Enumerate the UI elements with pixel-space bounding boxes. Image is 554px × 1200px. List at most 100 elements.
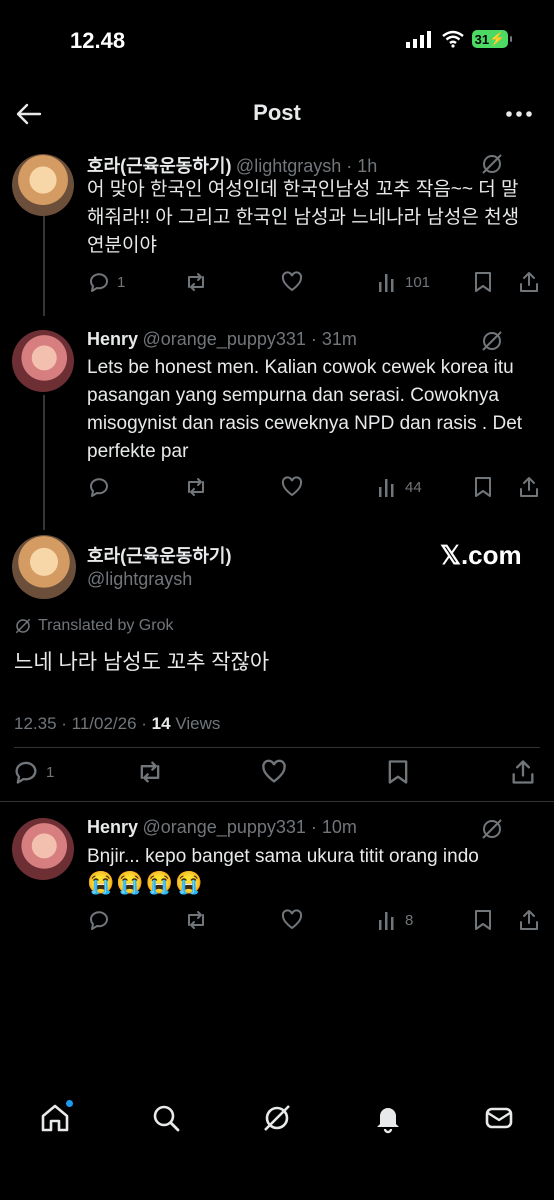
nav-home[interactable] [39,1099,74,1134]
charging-icon: ⚡ [489,31,506,46]
share-button[interactable] [517,908,541,932]
bookmark-icon [475,272,491,292]
nav-notifications[interactable] [372,1102,404,1134]
post-text: Lets be honest men. Kalian cowok cewek k… [87,357,523,462]
post-actions: 44 [87,473,542,503]
reply-count: 1 [46,763,55,781]
repost-button[interactable] [184,475,208,499]
grok-button[interactable] [480,329,504,353]
bookmark-button[interactable] [472,270,494,294]
nav-search[interactable] [150,1102,182,1134]
status-time: 12.48 [70,28,126,53]
reply-icon [90,273,108,292]
author-name[interactable]: Henry [87,329,138,349]
heart-icon [281,476,303,497]
heart-icon [262,759,286,783]
views-count: 8 [405,911,414,929]
bookmark-button[interactable] [472,908,494,932]
views-button[interactable]: 44 [377,475,422,499]
translated-by-text: Translated by Grok [38,617,174,634]
share-button[interactable] [509,758,537,786]
bottom-nav [0,1090,554,1145]
share-button[interactable] [517,475,541,499]
share-icon [520,477,538,497]
signal-icon [406,31,431,48]
views-icon [379,912,394,930]
author-handle[interactable]: @orange_puppy331 · 31m [142,329,356,349]
repost-icon [188,911,204,929]
reply-icon [90,911,108,930]
grok-button[interactable] [480,817,504,841]
avatar[interactable] [12,535,76,599]
reply-button[interactable]: 1 [87,270,125,294]
like-button[interactable] [280,270,304,294]
post-datetime: 12.35 · 11/02/26 · [14,714,152,733]
post-header: 호라(근육운동하기) @lightgraysh · 1h [87,152,507,178]
bookmark-icon [475,477,491,497]
reply-icon [90,478,108,497]
main-post-actions: 1 [12,758,542,788]
reply-button[interactable] [87,475,111,499]
repost-icon [188,478,204,496]
views-button[interactable]: 8 [377,908,413,932]
author-name[interactable]: 호라(근육운동하기) [87,542,231,568]
heart-icon [281,271,303,292]
repost-icon [140,761,160,783]
share-icon [520,272,538,292]
views-button[interactable]: 101 [377,270,430,294]
views-count: 101 [405,273,431,291]
like-button[interactable] [280,475,304,499]
page-title: Post [253,100,301,125]
bell-icon [376,1107,399,1133]
reply-button[interactable]: 1 [12,758,54,786]
reply-count: 1 [117,273,126,291]
avatar[interactable] [12,818,74,880]
nav-grok[interactable] [261,1102,293,1134]
thread-line [43,216,45,316]
repost-button[interactable] [136,758,164,786]
status-icons: 31 ⚡ [406,30,512,48]
repost-button[interactable] [184,908,208,932]
like-button[interactable] [280,908,304,932]
reply-icon [15,761,37,784]
search-icon [153,1105,180,1131]
author-name[interactable]: Henry [87,817,138,837]
post-text: 어 맞아 한국인 여성인데 한국인남성 꼬추 작음~~ 더 말해줘라!! 아 그… [87,179,520,256]
author-handle[interactable]: @lightgraysh [87,569,192,590]
views-count: 44 [405,478,422,496]
author-name[interactable]: 호라(근육운동하기) [87,156,231,176]
views-count[interactable]: 14 [152,714,171,733]
avatar[interactable] [12,154,74,216]
author-handle[interactable]: @orange_puppy331 · 10m [142,817,356,837]
more-options-button[interactable] [506,104,532,124]
bookmark-icon [388,760,408,784]
views-icon [379,274,394,292]
battery-indicator: 31 ⚡ [472,30,512,48]
post-header: Henry @orange_puppy331 · 10m [87,817,507,838]
reply-actions: 8 [87,906,542,936]
repost-icon [188,273,204,291]
post-actions: 1 101 [87,268,542,298]
grok-icon [264,1104,290,1131]
views-icon [379,479,394,497]
share-button[interactable] [517,270,541,294]
grok-button[interactable] [480,152,504,176]
avatar[interactable] [12,330,74,392]
translation-label[interactable]: Translated by Grok [14,617,173,635]
grok-icon [482,331,502,351]
views-label: Views [170,714,221,733]
reply-button[interactable] [87,908,111,932]
like-button[interactable] [260,758,288,786]
bookmark-button[interactable] [385,758,411,786]
share-icon [512,760,534,784]
x-com-logo[interactable]: 𝕏.com [440,540,522,571]
repost-button[interactable] [184,270,208,294]
bookmark-button[interactable] [472,475,494,499]
mail-icon [485,1107,512,1128]
divider [0,801,554,802]
author-handle[interactable]: @lightgraysh · 1h [236,156,377,176]
post-meta: 12.35 · 11/02/26 · 14 Views [14,714,220,734]
share-icon [520,910,538,930]
nav-messages[interactable] [483,1102,515,1134]
notification-dot [66,1099,74,1107]
